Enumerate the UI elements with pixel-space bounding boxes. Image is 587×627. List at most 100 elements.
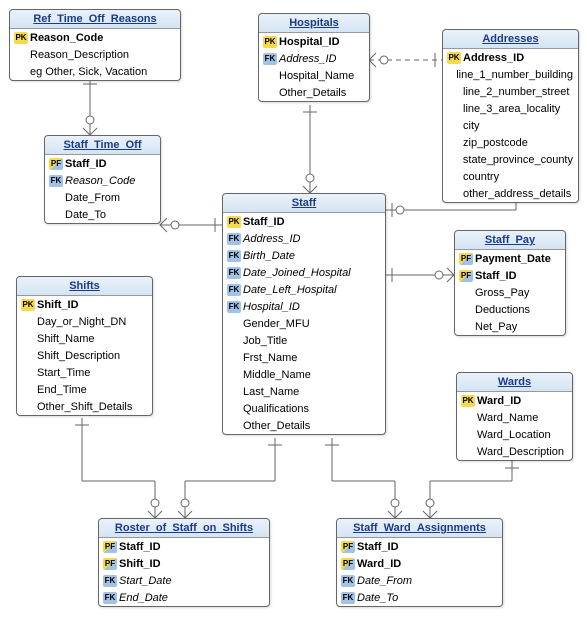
attribute-name: Hospital_ID [243,301,380,313]
attribute-row: Other_Details [259,84,369,101]
attribute-row: PKReason_Code [10,29,180,46]
attribute-name: Date_To [65,209,155,221]
attribute-row: Hospital_Name [259,67,369,84]
attribute-row: Start_Time [17,364,152,381]
attribute-name: Ward_Description [477,446,567,458]
attribute-row: Deductions [455,301,565,318]
attribute-name: Staff_ID [119,541,264,553]
entity-wards[interactable]: WardsPKWard_ID Ward_Name Ward_Location Ward… [456,372,573,461]
entity-shifts[interactable]: ShiftsPKShift_ID Day_or_Night_DN Shift_Nam… [16,276,153,416]
attribute-row: FKDate_Left_Hospital [223,281,385,298]
attribute-name: End_Date [119,592,264,604]
attribute-name: Frst_Name [243,352,380,364]
entity-roster-of-staff-on-shifts[interactable]: Roster_of_Staff_on_ShiftsPFStaff_IDPFShi… [98,518,270,607]
attribute-row: line_1_number_building [443,66,578,83]
attribute-row: other_address_details [443,185,578,202]
entity-title: Hospitals [259,14,369,33]
attribute-row: PFStaff_ID [45,155,160,172]
attribute-name: Net_Pay [475,321,560,333]
attribute-name: Staff_ID [243,216,380,228]
entity-staff-ward-assignments[interactable]: Staff_Ward_AssignmentsPFStaff_IDPFWard_I… [336,518,503,607]
attribute-name: Deductions [475,304,560,316]
attribute-row: PFStaff_ID [337,538,502,555]
entity-title: Wards [457,373,572,392]
attribute-name: Gross_Pay [475,287,560,299]
attribute-name: line_3_area_locality [463,103,573,115]
attribute-row: FKAddress_ID [223,230,385,247]
attribute-row: FKDate_To [337,589,502,606]
attribute-row: Last_Name [223,383,385,400]
attribute-name: Hospital_Name [279,70,364,82]
attribute-name: Date_To [357,592,497,604]
attribute-name: Hospital_ID [279,36,364,48]
attribute-name: Ward_ID [477,395,567,407]
attribute-row: Day_or_Night_DN [17,313,152,330]
entity-title: Ref_Time_Off_Reasons [10,10,180,29]
attribute-row: Frst_Name [223,349,385,366]
attribute-name: Reason_Code [30,32,175,44]
attribute-name: Staff_ID [475,270,560,282]
attribute-name: line_2_number_street [463,86,573,98]
attribute-row: Shift_Name [17,330,152,347]
attribute-name: Staff_ID [65,158,155,170]
attribute-name: Middle_Name [243,369,380,381]
attribute-row: PKWard_ID [457,392,572,409]
attribute-row: FKStart_Date [99,572,269,589]
attribute-row: Net_Pay [455,318,565,335]
attribute-name: Other_Details [243,420,380,432]
attribute-row: city [443,117,578,134]
attribute-row: FKHospital_ID [223,298,385,315]
attribute-name: other_address_details [463,188,573,200]
attribute-name: Address_ID [463,52,573,64]
attribute-name: Shift_ID [119,558,264,570]
attribute-row: PKShift_ID [17,296,152,313]
attribute-name: Reason_Code [65,175,155,187]
attribute-row: PFWard_ID [337,555,502,572]
entity-staff-time-off[interactable]: Staff_Time_OffPFStaff_IDFKReason_CodeDat… [44,135,161,224]
entity-staff-pay[interactable]: Staff_PayPFPayment_DatePFStaff_ID Gross_P… [454,230,566,336]
attribute-name: Date_From [357,575,497,587]
attribute-name: Ward_Name [477,412,567,424]
attribute-name: Birth_Date [243,250,380,262]
entity-title: Addresses [443,30,578,49]
attribute-row: Ward_Name [457,409,572,426]
attribute-row: Gross_Pay [455,284,565,301]
entity-title: Staff_Time_Off [45,136,160,155]
attribute-name: Date_From [65,192,155,204]
attribute-name: eg Other, Sick, Vacation [30,66,175,78]
attribute-row: Ward_Location [457,426,572,443]
attribute-name: Ward_Location [477,429,567,441]
attribute-row: PFShift_ID [99,555,269,572]
entity-ref-time-off-reasons[interactable]: Ref_Time_Off_ReasonsPKReason_CodeReason_… [9,9,181,81]
attribute-name: Ward_ID [357,558,497,570]
entity-title: Roster_of_Staff_on_Shifts [99,519,269,538]
entity-title: Staff_Ward_Assignments [337,519,502,538]
attribute-name: Qualifications [243,403,380,415]
entity-addresses[interactable]: AddressesPKAddress_IDline_1_number_build… [442,29,579,203]
entity-hospitals[interactable]: HospitalsPKHospital_IDFKAddress_IDHospit… [258,13,370,102]
attribute-row: PFStaff_ID [455,267,565,284]
attribute-row: FKBirth_Date [223,247,385,264]
entity-title: Shifts [17,277,152,296]
attribute-name: Job_Title [243,335,380,347]
attribute-row: Job_Title [223,332,385,349]
attribute-row: zip_postcode [443,134,578,151]
entity-staff[interactable]: StaffPKStaff_IDFKAddress_IDFKBirth_DateF… [222,193,386,435]
attribute-name: city [463,120,573,132]
attribute-name: Address_ID [243,233,380,245]
attribute-name: Date_Left_Hospital [243,284,380,296]
entity-title: Staff_Pay [455,231,565,250]
attribute-name: line_1_number_building [456,69,573,81]
attribute-name: Day_or_Night_DN [37,316,147,328]
attribute-name: Start_Date [119,575,264,587]
attribute-row: Other_Shift_Details [17,398,152,415]
attribute-name: Shift_Description [37,350,147,362]
attribute-row: eg Other, Sick, Vacation [10,63,180,80]
attribute-row: country [443,168,578,185]
attribute-row: PFPayment_Date [455,250,565,267]
attribute-row: Reason_Description [10,46,180,63]
attribute-row: Ward_Description [457,443,572,460]
attribute-name: Payment_Date [475,253,560,265]
attribute-name: Address_ID [279,53,364,65]
attribute-row: Middle_Name [223,366,385,383]
